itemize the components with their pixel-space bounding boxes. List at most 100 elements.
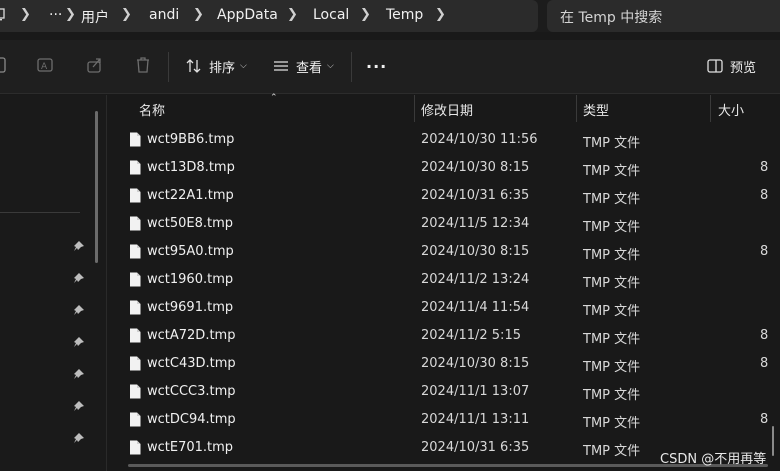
file-icon	[130, 160, 141, 175]
file-name: wct9BB6.tmp	[147, 132, 235, 147]
file-modified: 2024/10/30 11:56	[421, 132, 538, 147]
file-row[interactable]: wctCCC3.tmp 2024/11/1 13:07 TMP 文件	[108, 378, 780, 406]
preview-button[interactable]: 预览	[706, 55, 756, 77]
file-icon	[130, 272, 141, 287]
pin-icon[interactable]	[73, 336, 85, 348]
file-type: TMP 文件	[583, 192, 641, 207]
sort-label: 排序	[209, 60, 236, 76]
view-button[interactable]: 查看 ⌵	[272, 55, 334, 77]
view-icon	[274, 61, 288, 71]
file-name: wct1960.tmp	[147, 272, 234, 287]
file-modified: 2024/10/31 6:35	[421, 188, 530, 203]
chevron-right-icon[interactable]: ❯	[435, 7, 446, 22]
file-modified: 2024/10/30 8:15	[421, 356, 530, 371]
chevron-down-icon: ⌵	[327, 61, 334, 71]
file-name: wctCCC3.tmp	[147, 384, 236, 399]
breadcrumb-overflow[interactable]: ···	[49, 7, 62, 23]
file-list-scrollbar[interactable]	[772, 426, 774, 456]
file-row[interactable]: wct50E8.tmp 2024/11/5 12:34 TMP 文件	[108, 210, 780, 238]
pin-icon[interactable]	[73, 432, 85, 444]
file-size: 8	[760, 356, 769, 371]
sort-button[interactable]: 排序 ⌵	[185, 55, 247, 77]
chevron-right-icon: ❯	[193, 7, 204, 22]
file-size: 8	[760, 188, 769, 203]
file-type: TMP 文件	[583, 304, 641, 319]
file-modified: 2024/10/31 6:35	[421, 440, 530, 455]
address-bar[interactable]: ❯ ··· ❯ 用户 ❯ andi ❯ AppData ❯ Local ❯ Te…	[0, 0, 538, 32]
file-size: 8	[760, 244, 769, 259]
sort-icon	[186, 59, 201, 73]
chevron-down-icon: ⌵	[240, 61, 247, 71]
nav-divider	[0, 212, 80, 213]
chevron-right-icon: ❯	[360, 7, 371, 22]
new-item-icon[interactable]	[0, 56, 10, 74]
search-input[interactable]: 在 Temp 中搜索	[547, 0, 780, 32]
column-header: ⌃ 名称 修改日期 类型 大小	[108, 93, 780, 122]
chevron-right-icon: ❯	[20, 7, 31, 22]
breadcrumb-local[interactable]: Local	[313, 7, 349, 23]
file-type: TMP 文件	[583, 276, 641, 291]
file-type: TMP 文件	[583, 360, 641, 375]
breadcrumb-users[interactable]: 用户	[81, 7, 109, 27]
file-row[interactable]: wctDC94.tmp 2024/11/1 13:11 TMP 文件 8	[108, 406, 780, 434]
file-type: TMP 文件	[583, 444, 641, 459]
delete-icon[interactable]	[134, 56, 152, 74]
search-placeholder: 在 Temp 中搜索	[560, 10, 663, 26]
pin-icon[interactable]	[73, 400, 85, 412]
nav-scrollbar[interactable]	[95, 111, 98, 263]
file-icon	[130, 188, 141, 203]
file-icon	[130, 244, 141, 259]
file-row[interactable]: wctA72D.tmp 2024/11/2 5:15 TMP 文件 8	[108, 322, 780, 350]
rename-icon[interactable]: A	[37, 56, 55, 74]
chevron-right-icon: ❯	[65, 7, 76, 22]
file-name: wctDC94.tmp	[147, 412, 236, 427]
file-row[interactable]: wct9BB6.tmp 2024/10/30 11:56 TMP 文件	[108, 126, 780, 154]
file-row[interactable]: wct13D8.tmp 2024/10/30 8:15 TMP 文件 8	[108, 154, 780, 182]
file-type: TMP 文件	[583, 332, 641, 347]
share-icon[interactable]	[86, 56, 104, 74]
breadcrumb-andi[interactable]: andi	[149, 7, 179, 23]
column-divider[interactable]	[576, 95, 577, 122]
command-bar: A 排序 ⌵ 查看 ⌵ ··· 预览	[0, 40, 780, 94]
pin-icon[interactable]	[73, 368, 85, 380]
column-size[interactable]: 大小	[718, 100, 744, 119]
file-icon	[130, 440, 141, 455]
column-type[interactable]: 类型	[583, 100, 609, 119]
file-size: 8	[760, 412, 769, 427]
file-type: TMP 文件	[583, 136, 641, 151]
toolbar-divider	[351, 52, 352, 82]
more-label: ···	[366, 56, 388, 76]
file-name: wct22A1.tmp	[147, 188, 234, 203]
column-name[interactable]: 名称	[139, 100, 165, 119]
file-icon	[130, 132, 141, 147]
pin-icon[interactable]	[73, 304, 85, 316]
file-modified: 2024/11/5 12:34	[421, 216, 530, 231]
column-divider[interactable]	[710, 95, 711, 122]
navigation-pane	[0, 95, 107, 471]
file-row[interactable]: wctC43D.tmp 2024/10/30 8:15 TMP 文件 8	[108, 350, 780, 378]
file-row[interactable]: wct1960.tmp 2024/11/2 13:24 TMP 文件	[108, 266, 780, 294]
file-row[interactable]: wct22A1.tmp 2024/10/31 6:35 TMP 文件 8	[108, 182, 780, 210]
file-size: 8	[760, 328, 769, 343]
toolbar-divider	[168, 52, 169, 82]
more-options-button[interactable]: ···	[366, 55, 387, 77]
breadcrumb-temp[interactable]: Temp	[386, 7, 423, 23]
chevron-right-icon: ❯	[121, 7, 132, 22]
file-name: wctA72D.tmp	[147, 328, 236, 343]
file-name: wctC43D.tmp	[147, 356, 236, 371]
pin-icon[interactable]	[73, 272, 85, 284]
file-type: TMP 文件	[583, 164, 641, 179]
file-name: wct50E8.tmp	[147, 216, 234, 231]
file-icon	[130, 356, 141, 371]
file-type: TMP 文件	[583, 416, 641, 431]
file-row[interactable]: wct9691.tmp 2024/11/4 11:54 TMP 文件	[108, 294, 780, 322]
file-row[interactable]: wct95A0.tmp 2024/10/30 8:15 TMP 文件 8	[108, 238, 780, 266]
breadcrumb-appdata[interactable]: AppData	[217, 7, 278, 23]
column-divider[interactable]	[414, 95, 415, 122]
file-modified: 2024/10/30 8:15	[421, 160, 530, 175]
chevron-right-icon: ❯	[287, 7, 298, 22]
pin-icon[interactable]	[73, 240, 85, 252]
preview-pane-icon	[707, 59, 723, 73]
file-type: TMP 文件	[583, 248, 641, 263]
column-modified[interactable]: 修改日期	[421, 100, 473, 119]
